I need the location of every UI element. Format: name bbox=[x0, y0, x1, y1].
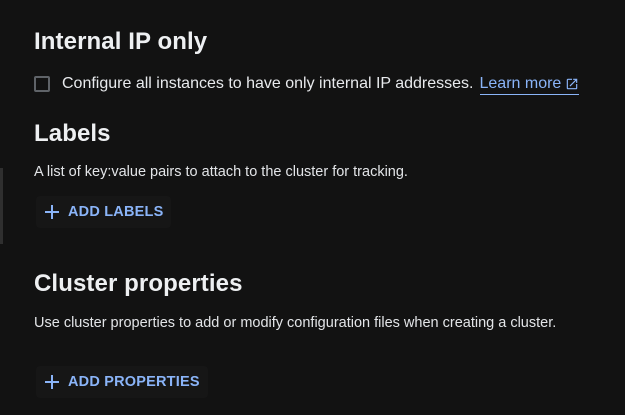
plus-icon bbox=[45, 205, 59, 219]
cluster-properties-description: Use cluster properties to add or modify … bbox=[34, 315, 557, 331]
learn-more-label: Learn more bbox=[479, 74, 562, 92]
add-labels-button[interactable]: ADD LABELS bbox=[36, 196, 172, 228]
plus-icon bbox=[45, 375, 59, 389]
internal-ip-checkbox-label[interactable]: Configure all instances to have only int… bbox=[62, 74, 474, 94]
cluster-config-panel: Internal IP only Configure all instances… bbox=[0, 0, 625, 415]
internal-ip-checkbox[interactable] bbox=[34, 76, 50, 92]
labels-description: A list of key:value pairs to attach to t… bbox=[34, 164, 408, 180]
add-properties-button[interactable]: ADD PROPERTIES bbox=[36, 366, 208, 398]
scroll-indicator bbox=[0, 168, 3, 244]
add-labels-label: ADD LABELS bbox=[68, 204, 164, 220]
open-in-new-icon bbox=[567, 78, 578, 89]
internal-ip-row: Configure all instances to have only int… bbox=[34, 73, 580, 95]
cluster-properties-title: Cluster properties bbox=[34, 270, 243, 297]
add-properties-label: ADD PROPERTIES bbox=[68, 374, 200, 390]
internal-ip-title: Internal IP only bbox=[34, 28, 208, 55]
learn-more-link[interactable]: Learn more bbox=[479, 74, 580, 95]
labels-title: Labels bbox=[34, 120, 111, 147]
